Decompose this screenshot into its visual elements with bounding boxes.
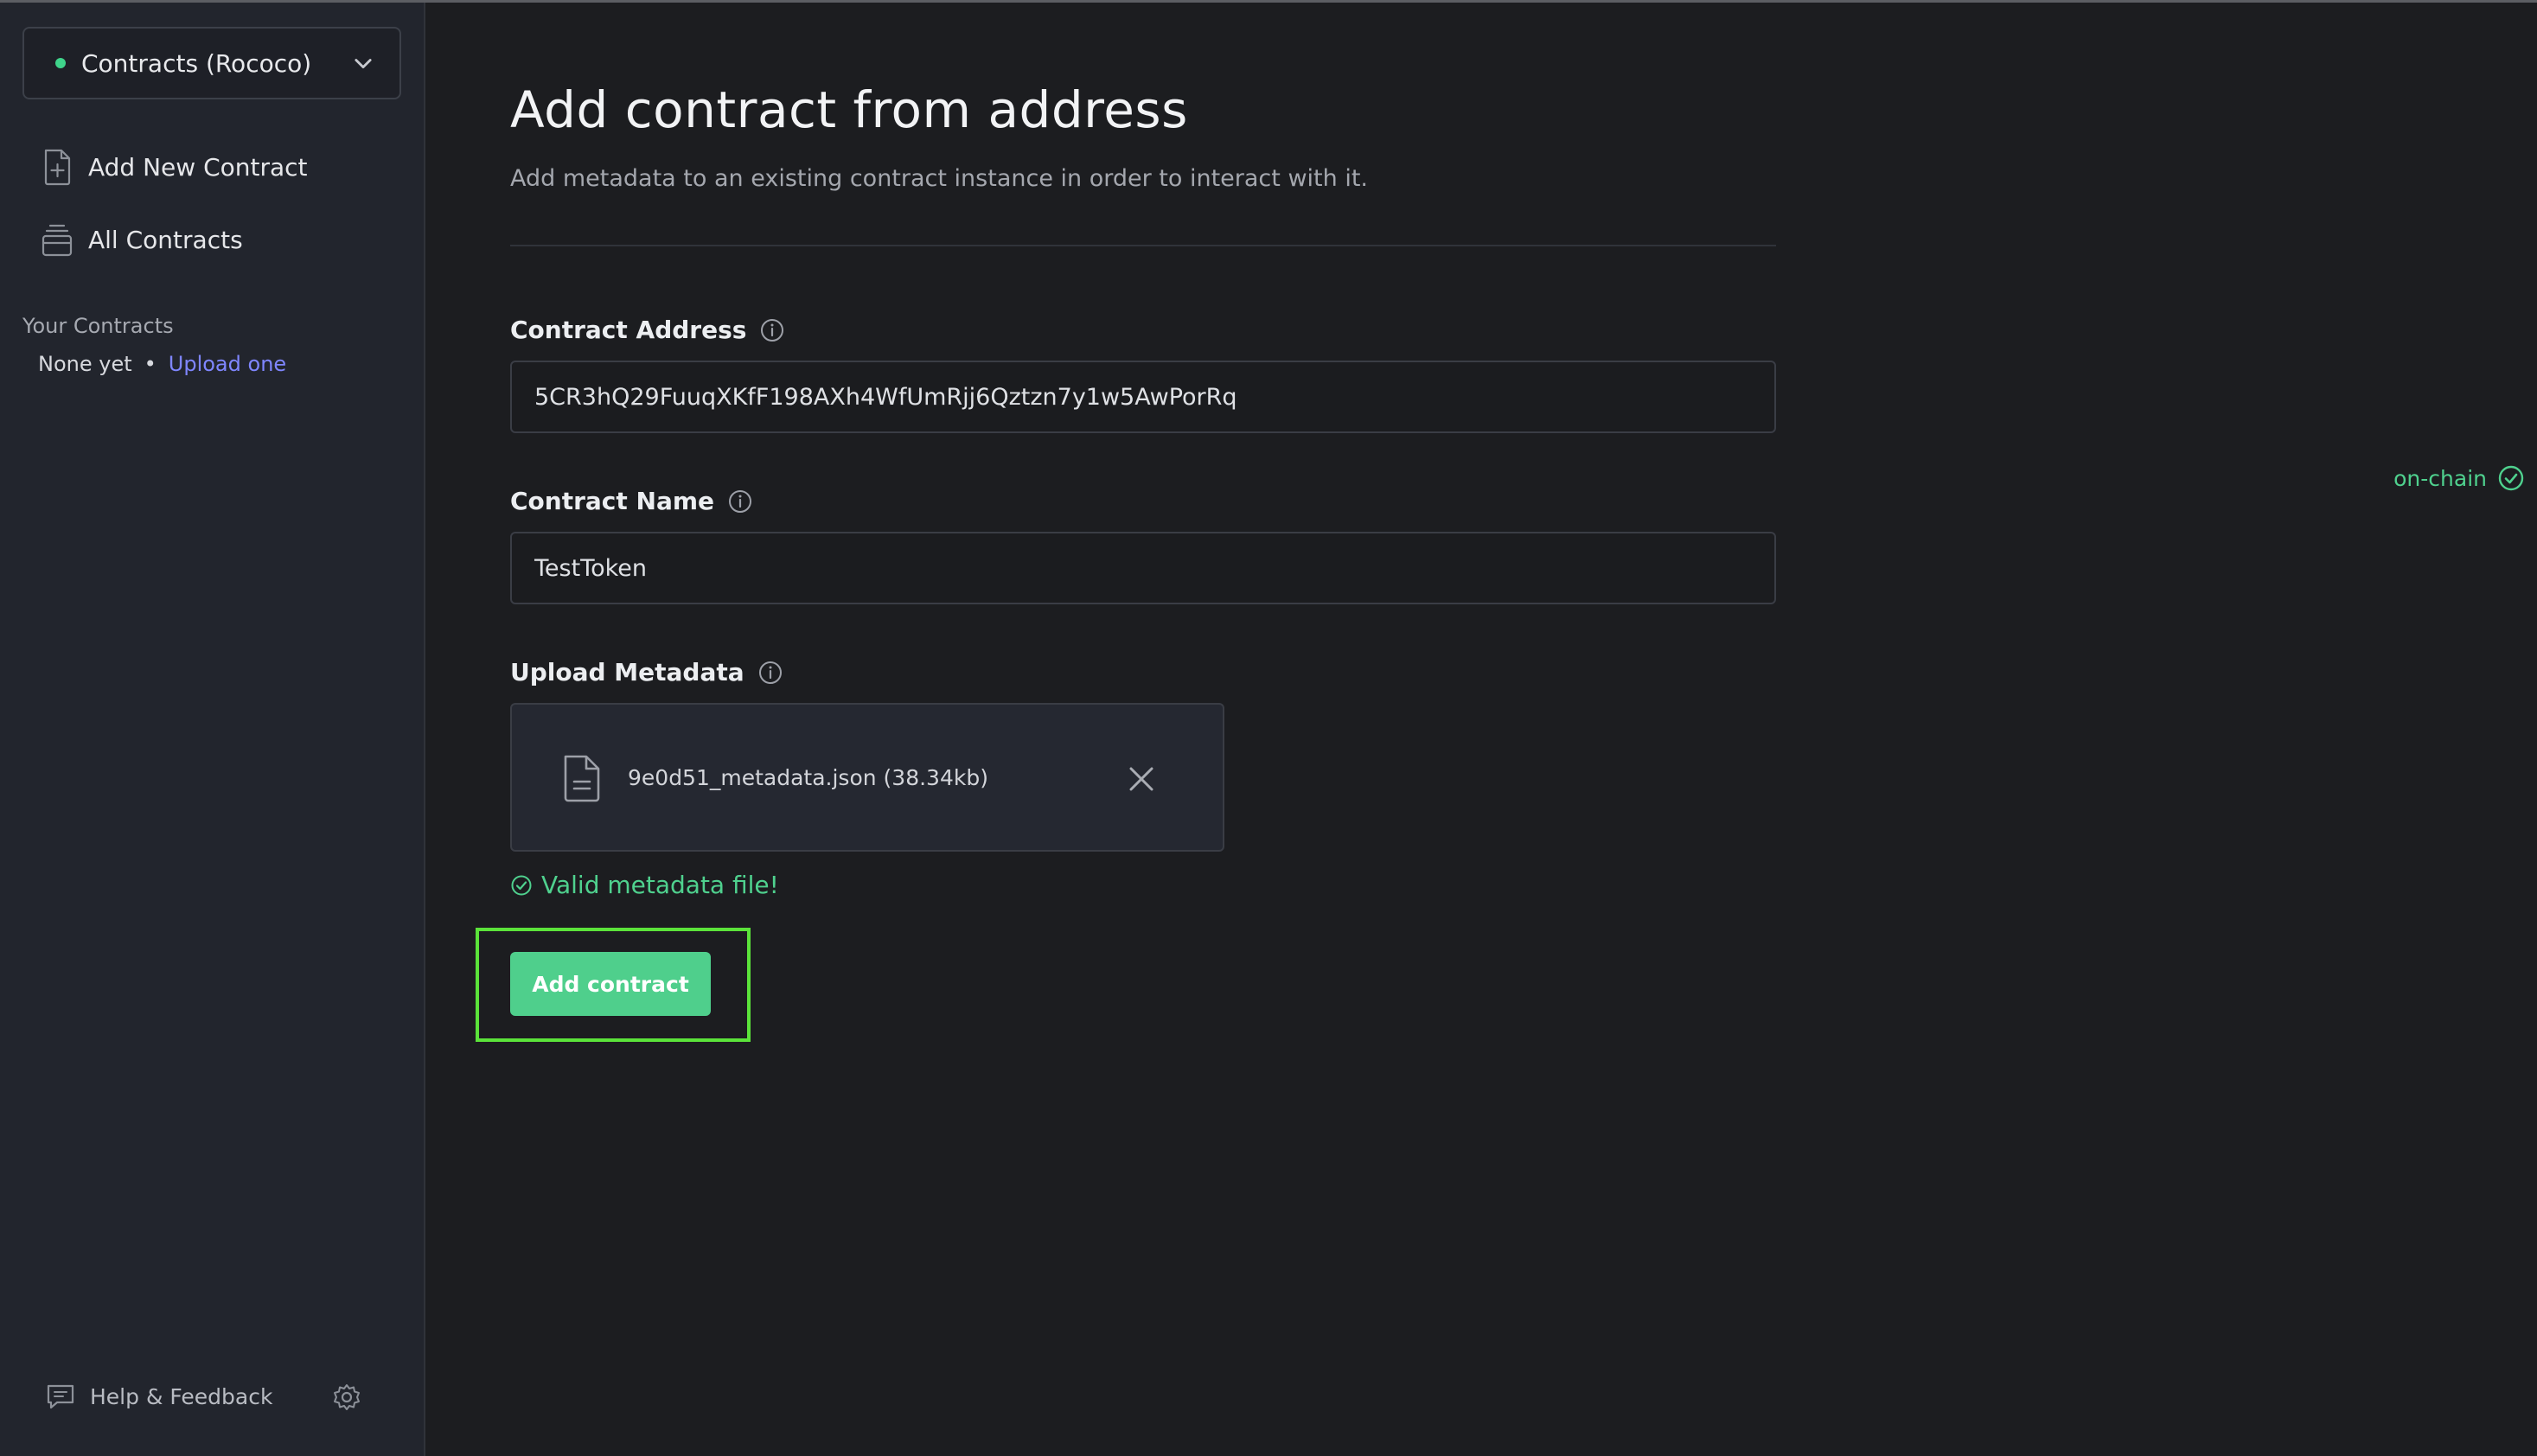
network-status-dot — [55, 58, 66, 68]
page-subtitle: Add metadata to an existing contract ins… — [510, 165, 1368, 192]
info-icon[interactable] — [758, 316, 786, 344]
contract-name-input[interactable] — [510, 532, 1776, 604]
contract-address-label-text: Contract Address — [510, 316, 747, 344]
contract-name-label: Contract Name — [510, 487, 754, 515]
info-icon[interactable] — [757, 659, 784, 686]
divider — [510, 245, 1776, 246]
file-plus-icon — [44, 149, 71, 186]
gear-icon[interactable] — [332, 1383, 361, 1412]
main-content: Add contract from address Add metadata t… — [427, 3, 2537, 1456]
chat-bubble-icon — [47, 1384, 74, 1409]
separator: • — [144, 352, 157, 376]
upload-one-link[interactable]: Upload one — [169, 352, 286, 376]
contract-name-label-text: Contract Name — [510, 487, 715, 515]
validation-message: Valid metadata file! — [510, 871, 779, 899]
onchain-label: on-chain — [2393, 465, 2487, 491]
onchain-status: on-chain — [2393, 464, 2525, 492]
page-title: Add contract from address — [510, 80, 1188, 139]
your-contracts-empty: None yet • Upload one — [38, 352, 286, 376]
contract-address-input[interactable] — [510, 361, 1776, 433]
check-circle-icon — [511, 875, 532, 895]
check-circle-icon — [2498, 465, 2524, 491]
add-contract-button[interactable]: Add contract — [510, 952, 711, 1016]
sidebar: Contracts (Rococo) Add New Contract All … — [0, 3, 425, 1456]
chevron-down-icon — [355, 59, 372, 69]
stack-icon — [42, 224, 73, 257]
upload-metadata-label: Upload Metadata — [510, 658, 784, 686]
close-icon[interactable] — [1124, 762, 1159, 796]
metadata-dropzone[interactable]: 9e0d51_metadata.json (38.34kb) — [510, 703, 1224, 852]
info-icon[interactable] — [726, 488, 754, 515]
network-select-label: Contracts (Rococo) — [81, 48, 312, 78]
network-select[interactable]: Contracts (Rococo) — [22, 27, 401, 99]
your-contracts-heading: Your Contracts — [22, 314, 174, 338]
sidebar-item-add-new-contract[interactable]: Add New Contract — [40, 146, 308, 188]
sidebar-item-all-contracts[interactable]: All Contracts — [40, 219, 243, 260]
validation-text: Valid metadata file! — [541, 871, 779, 899]
file-text-icon — [564, 755, 600, 802]
help-feedback-link[interactable]: Help & Feedback — [45, 1381, 272, 1412]
sidebar-item-label: All Contracts — [88, 225, 243, 254]
contract-address-label: Contract Address — [510, 316, 786, 344]
metadata-file-name: 9e0d51_metadata.json (38.34kb) — [628, 765, 988, 790]
sidebar-item-label: Add New Contract — [88, 152, 308, 182]
app-window: Contracts (Rococo) Add New Contract All … — [0, 0, 2537, 1456]
upload-metadata-label-text: Upload Metadata — [510, 658, 744, 686]
empty-text: None yet — [38, 352, 132, 376]
help-feedback-label: Help & Feedback — [90, 1383, 273, 1409]
